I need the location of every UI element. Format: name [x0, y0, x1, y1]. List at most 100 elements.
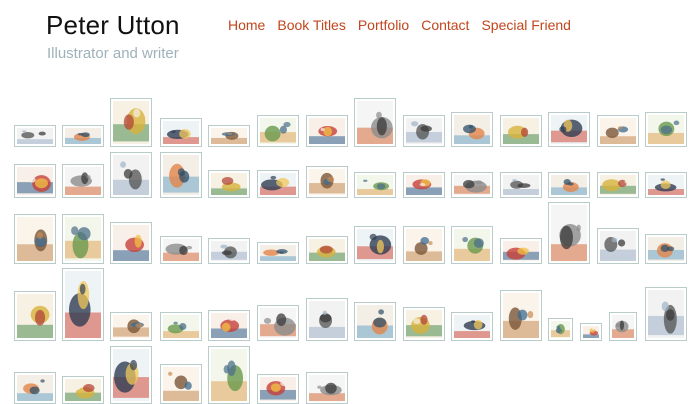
gallery-thumbnail[interactable]: [208, 170, 250, 198]
gallery-thumbnail[interactable]: [306, 166, 348, 198]
gallery-thumbnail[interactable]: [257, 115, 299, 147]
gallery-thumbnail[interactable]: [580, 323, 602, 341]
gallery-thumbnail[interactable]: [451, 312, 493, 341]
gallery-thumbnail[interactable]: [451, 172, 493, 198]
gallery-thumbnail[interactable]: [14, 125, 56, 147]
gallery-thumbnail[interactable]: [110, 152, 152, 198]
illustration-image: [17, 167, 53, 195]
gallery-thumbnail[interactable]: [306, 236, 348, 264]
gallery-thumbnail[interactable]: [500, 290, 542, 341]
gallery-thumbnail[interactable]: [62, 125, 104, 147]
gallery-thumbnail[interactable]: [451, 112, 493, 147]
gallery-thumbnail[interactable]: [208, 310, 250, 341]
gallery-thumbnail[interactable]: [160, 364, 202, 404]
illustration-image: [309, 169, 345, 195]
illustration-image: [648, 175, 684, 195]
gallery-thumbnail[interactable]: [645, 112, 687, 147]
gallery-thumbnail[interactable]: [208, 238, 250, 264]
gallery-thumbnail[interactable]: [500, 238, 542, 264]
illustration-image: [309, 239, 345, 261]
illustration-image: [260, 173, 296, 195]
gallery-thumbnail[interactable]: [597, 172, 639, 198]
gallery-thumbnail[interactable]: [14, 214, 56, 264]
gallery-thumbnail[interactable]: [548, 112, 590, 147]
gallery-thumbnail[interactable]: [500, 172, 542, 198]
illustration-image: [357, 305, 393, 338]
illustration-image: [648, 115, 684, 144]
gallery-thumbnail[interactable]: [548, 202, 590, 264]
illustration-image: [17, 128, 53, 144]
gallery-thumbnail[interactable]: [110, 98, 152, 147]
illustration-image: [163, 367, 199, 401]
illustration-image: [357, 229, 393, 261]
gallery-thumbnail[interactable]: [110, 222, 152, 264]
illustration-image: [600, 175, 636, 195]
gallery-thumbnail[interactable]: [14, 164, 56, 198]
gallery-thumbnail[interactable]: [62, 268, 104, 341]
gallery-thumbnail[interactable]: [110, 346, 152, 404]
illustration-image: [503, 241, 539, 261]
illustration-image: [454, 115, 490, 144]
gallery-thumbnail[interactable]: [257, 242, 299, 264]
gallery-thumbnail[interactable]: [62, 214, 104, 264]
gallery-thumbnail[interactable]: [306, 115, 348, 147]
portfolio-gallery: [0, 0, 700, 404]
gallery-thumbnail[interactable]: [160, 236, 202, 264]
gallery-thumbnail[interactable]: [500, 115, 542, 147]
illustration-image: [65, 271, 101, 338]
gallery-thumbnail[interactable]: [208, 125, 250, 147]
illustration-image: [600, 231, 636, 261]
gallery-thumbnail[interactable]: [403, 172, 445, 198]
illustration-image: [503, 118, 539, 144]
gallery-thumbnail[interactable]: [451, 226, 493, 264]
illustration-image: [260, 118, 296, 144]
illustration-image: [163, 315, 199, 338]
gallery-thumbnail[interactable]: [597, 228, 639, 264]
gallery-thumbnail[interactable]: [14, 291, 56, 341]
gallery-thumbnail[interactable]: [306, 372, 348, 404]
illustration-image: [503, 293, 539, 338]
gallery-thumbnail[interactable]: [645, 172, 687, 198]
gallery-thumbnail[interactable]: [548, 172, 590, 198]
illustration-image: [211, 173, 247, 195]
gallery-thumbnail[interactable]: [609, 312, 637, 341]
illustration-image: [357, 175, 393, 195]
gallery-thumbnail[interactable]: [548, 318, 573, 341]
gallery-thumbnail[interactable]: [110, 312, 152, 341]
gallery-thumbnail[interactable]: [257, 305, 299, 341]
illustration-image: [260, 245, 296, 261]
illustration-image: [648, 290, 684, 338]
illustration-image: [551, 115, 587, 144]
illustration-image: [551, 175, 587, 195]
illustration-image: [648, 237, 684, 261]
gallery-thumbnail[interactable]: [306, 298, 348, 341]
gallery-thumbnail[interactable]: [645, 234, 687, 264]
gallery-thumbnail[interactable]: [403, 115, 445, 147]
gallery-thumbnail[interactable]: [403, 307, 445, 341]
illustration-image: [454, 229, 490, 261]
illustration-image: [65, 167, 101, 195]
illustration-image: [113, 225, 149, 261]
gallery-thumbnail[interactable]: [354, 302, 396, 341]
gallery-thumbnail[interactable]: [14, 372, 56, 404]
gallery-thumbnail[interactable]: [160, 312, 202, 341]
gallery-thumbnail[interactable]: [645, 287, 687, 341]
gallery-thumbnail[interactable]: [208, 346, 250, 404]
illustration-image: [211, 128, 247, 144]
illustration-image: [260, 308, 296, 338]
illustration-image: [211, 349, 247, 401]
gallery-thumbnail[interactable]: [597, 115, 639, 147]
illustration-image: [65, 217, 101, 261]
gallery-thumbnail[interactable]: [354, 98, 396, 147]
gallery-thumbnail[interactable]: [160, 152, 202, 198]
illustration-image: [406, 310, 442, 338]
illustration-image: [211, 313, 247, 338]
illustration-image: [65, 379, 101, 401]
illustration-image: [113, 155, 149, 195]
gallery-thumbnail[interactable]: [160, 118, 202, 147]
gallery-thumbnail[interactable]: [62, 164, 104, 198]
gallery-thumbnail[interactable]: [354, 226, 396, 264]
gallery-thumbnail[interactable]: [257, 170, 299, 198]
gallery-thumbnail[interactable]: [354, 172, 396, 198]
gallery-thumbnail[interactable]: [403, 226, 445, 264]
